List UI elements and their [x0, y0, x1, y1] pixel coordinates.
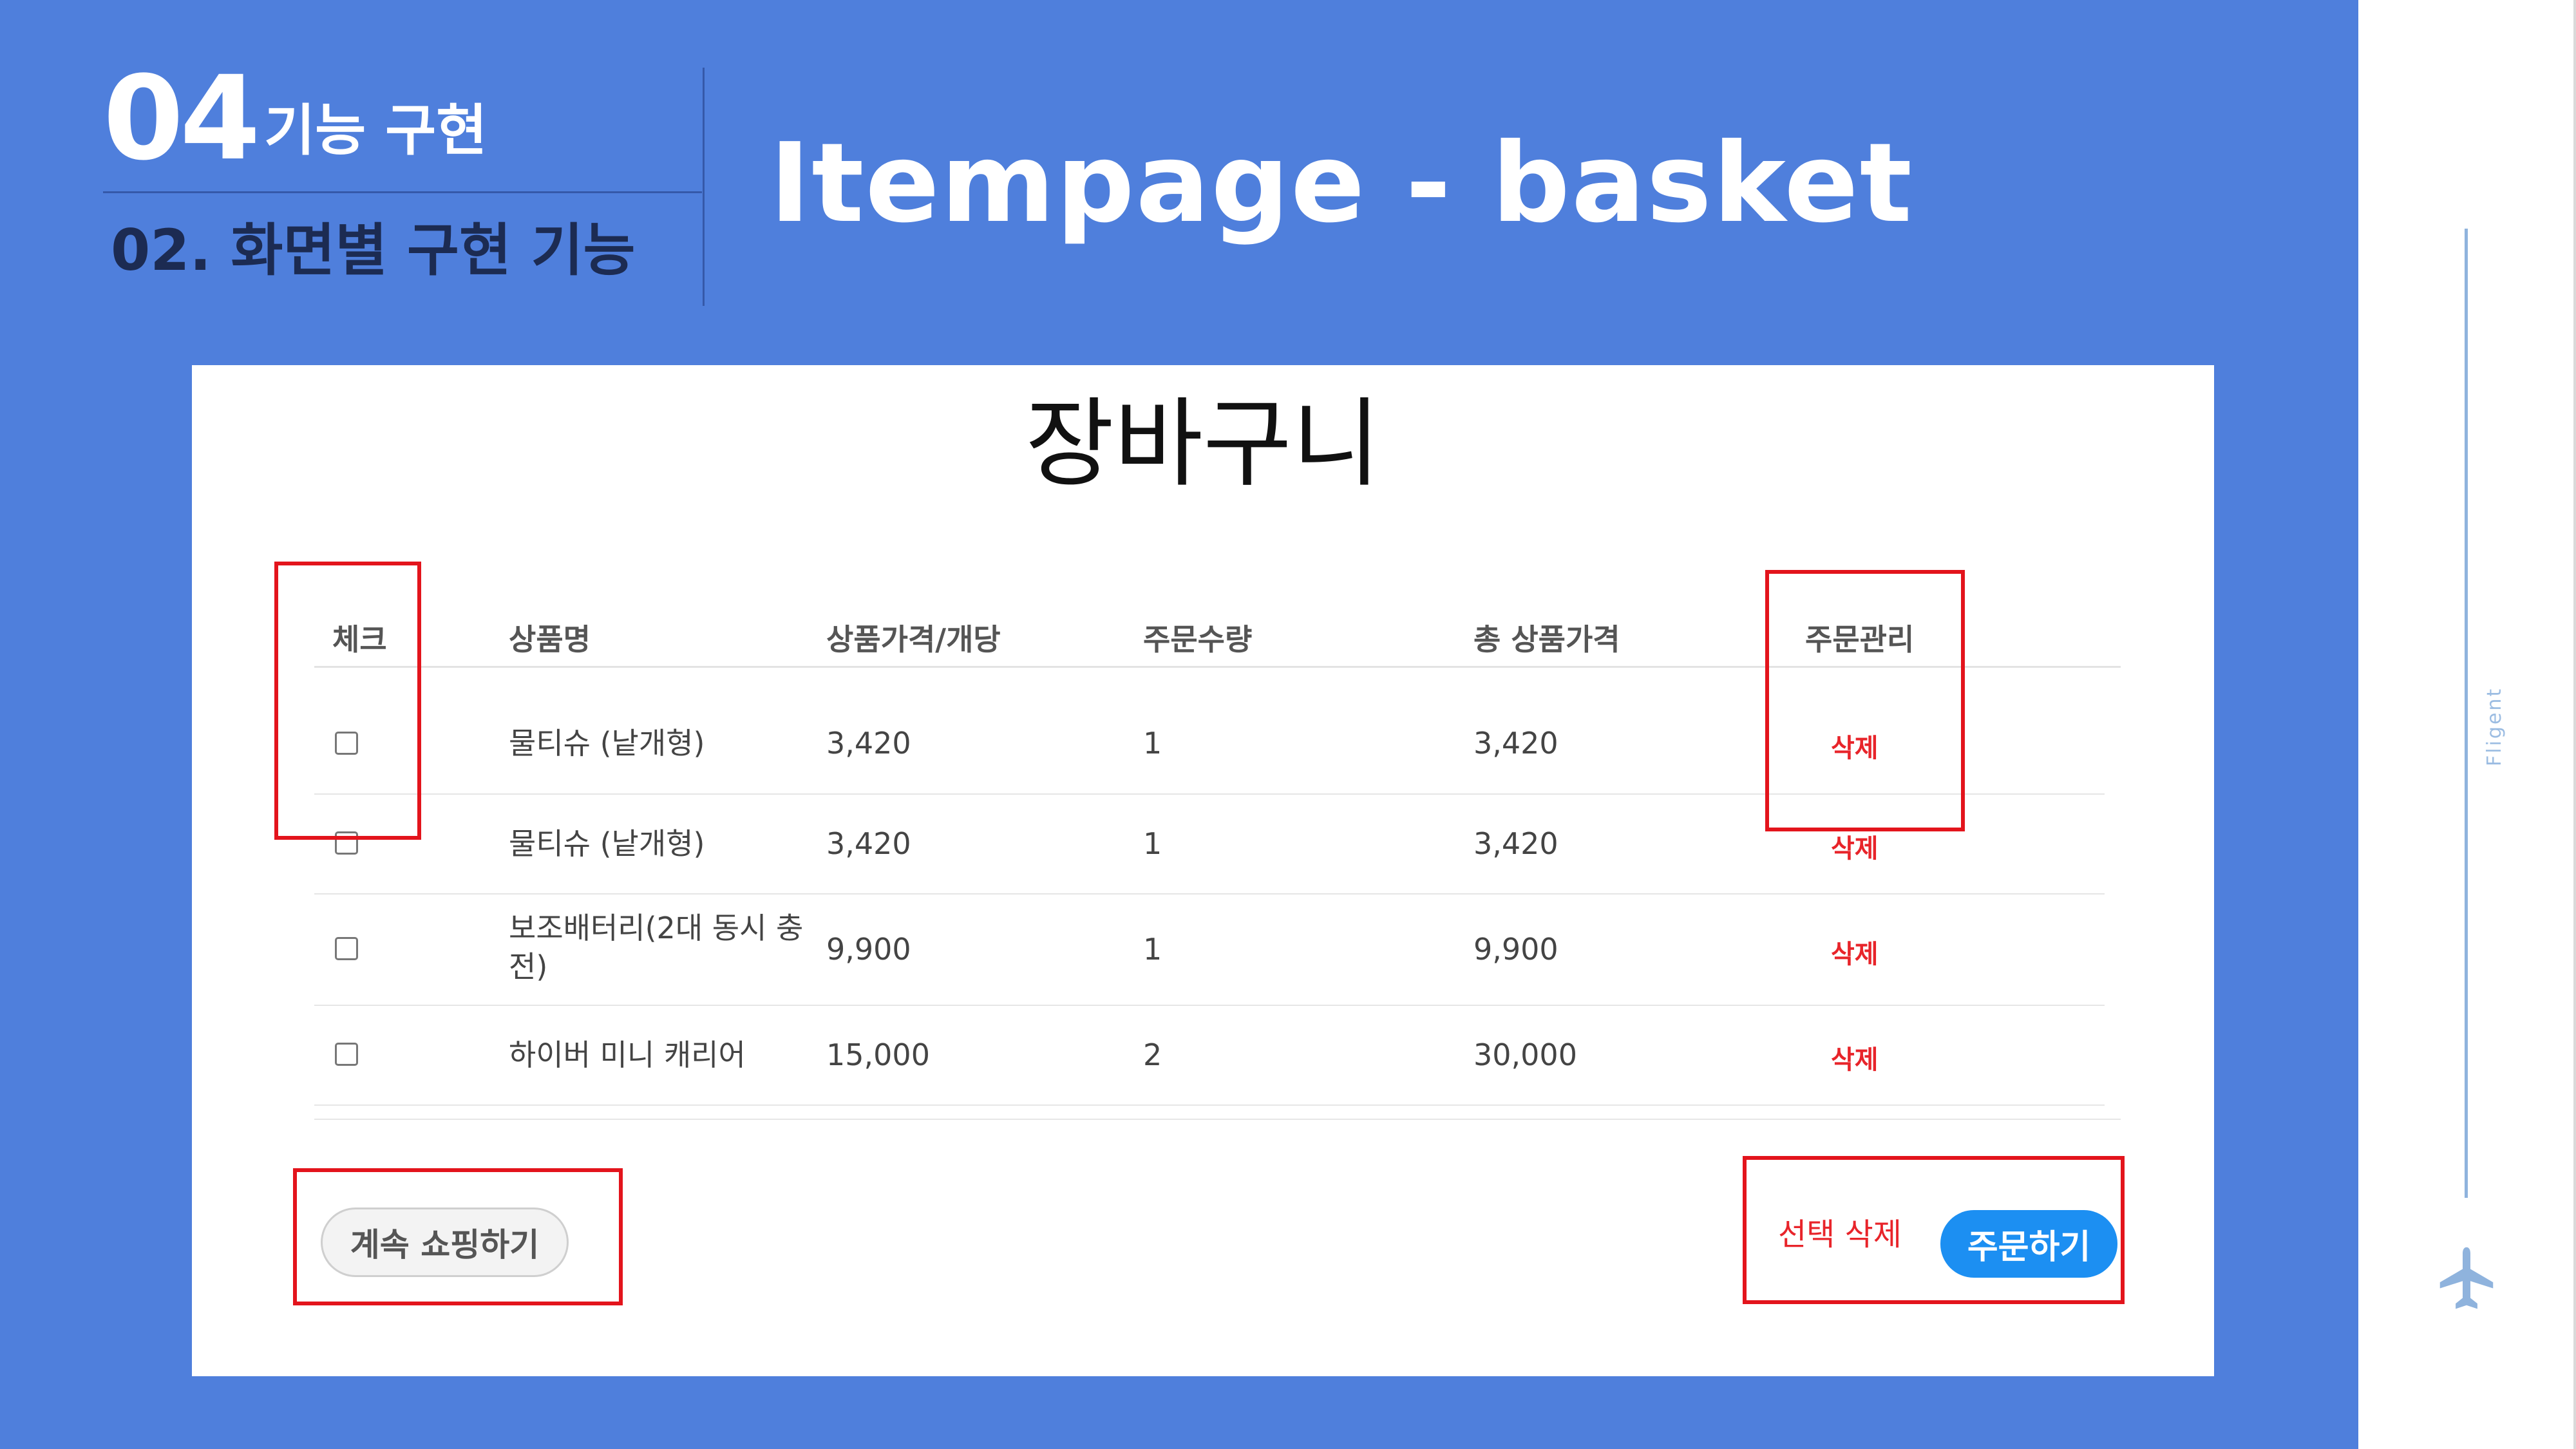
- highlight-box-order-actions: [1743, 1156, 2125, 1304]
- row-checkbox[interactable]: [335, 937, 358, 960]
- section-title: 기능 구현: [264, 99, 488, 163]
- product-name: 물티슈 (낱개형): [509, 826, 705, 861]
- delete-link[interactable]: 삭제: [1831, 933, 1879, 971]
- row-divider: [314, 1104, 2105, 1106]
- total-price: 9,900: [1473, 932, 1558, 967]
- row-divider: [314, 893, 2105, 895]
- delete-link[interactable]: 삭제: [1831, 1039, 1879, 1076]
- quantity: 1: [1143, 932, 1162, 967]
- total-price: 30,000: [1473, 1037, 1577, 1072]
- column-header-total-price: 총 상품가격: [1473, 622, 1620, 657]
- product-name: 물티슈 (낱개형): [509, 726, 705, 761]
- row-checkbox[interactable]: [335, 1043, 358, 1066]
- highlight-box-continue-button: [293, 1168, 623, 1305]
- subsection-title: 02. 화면별 구현 기능: [111, 217, 636, 283]
- quantity: 1: [1143, 726, 1162, 761]
- section-divider: [103, 191, 702, 193]
- side-vertical-label: Fligent: [2483, 687, 2506, 766]
- column-header-unit-price: 상품가격/개당: [826, 622, 1001, 657]
- unit-price: 15,000: [826, 1037, 930, 1072]
- table-bottom-divider: [314, 1119, 2121, 1120]
- edge-divider: [2573, 0, 2576, 1449]
- row-divider: [314, 1005, 2105, 1006]
- page-title: Itempage - basket: [770, 120, 1913, 247]
- slide-background: 04 기능 구현 02. 화면별 구현 기능 Itempage - basket…: [0, 0, 2358, 1449]
- basket-title: 장바구니: [1025, 388, 1381, 500]
- header-vertical-divider: [703, 68, 705, 306]
- basket-screenshot: 장바구니 체크 상품명 상품가격/개당 주문수량 총 상품가격 주문관리 물티슈…: [192, 365, 2214, 1376]
- unit-price: 3,420: [826, 726, 911, 761]
- column-header-quantity: 주문수량: [1143, 622, 1253, 657]
- unit-price: 9,900: [826, 932, 911, 967]
- delete-link[interactable]: 삭제: [1831, 828, 1879, 865]
- total-price: 3,420: [1473, 826, 1558, 861]
- highlight-box-check-column: [274, 562, 421, 840]
- column-header-product-name: 상품명: [509, 622, 591, 657]
- airplane-icon: [2439, 1247, 2494, 1309]
- unit-price: 3,420: [826, 826, 911, 861]
- quantity: 2: [1143, 1037, 1162, 1072]
- product-name: 하이버 미니 캐리어: [509, 1037, 746, 1072]
- quantity: 1: [1143, 826, 1162, 861]
- product-name: 보조배터리(2대 동시 충전): [509, 911, 804, 984]
- section-number: 04: [103, 52, 260, 186]
- total-price: 3,420: [1473, 726, 1558, 761]
- highlight-box-manage-column: [1765, 570, 1965, 831]
- side-vertical-line: [2465, 229, 2468, 1198]
